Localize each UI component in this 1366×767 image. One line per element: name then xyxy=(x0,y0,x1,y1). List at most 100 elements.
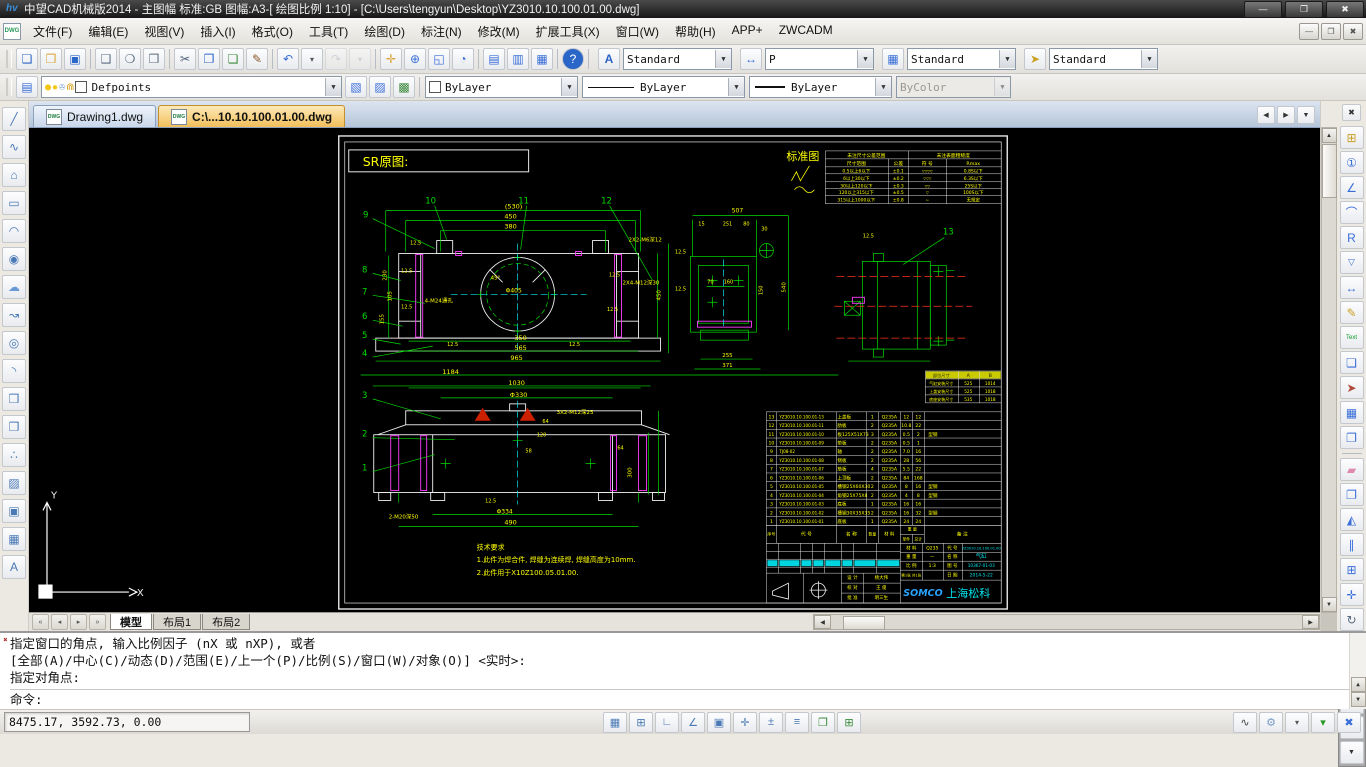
ellipse-icon[interactable]: ◎ xyxy=(2,331,26,355)
text-tool-icon[interactable]: Text xyxy=(1340,326,1364,349)
menu-item-工具(T)[interactable]: 工具(T) xyxy=(301,20,356,43)
zoom-window-icon[interactable]: ◱ xyxy=(428,48,450,70)
arc-icon[interactable]: ◠ xyxy=(2,219,26,243)
tool-palettes-icon[interactable]: ▦ xyxy=(531,48,553,70)
balloon-icon[interactable]: ① xyxy=(1340,151,1364,174)
linetype-select[interactable]: ByLayer ▼ xyxy=(582,76,745,98)
osnap-icon[interactable]: ▣ xyxy=(707,712,731,733)
region-icon[interactable]: ▣ xyxy=(2,499,26,523)
bom-table-icon[interactable]: ▦ xyxy=(1340,401,1364,424)
menu-item-绘图(D)[interactable]: 绘图(D) xyxy=(356,20,413,43)
point-icon[interactable]: ∴ xyxy=(2,443,26,467)
dim-style-icon[interactable]: ↔ xyxy=(740,48,762,70)
title-block-icon[interactable]: ❐ xyxy=(1340,426,1364,449)
copy-object-icon[interactable]: ❐ xyxy=(1340,483,1364,506)
menu-item-格式(O)[interactable]: 格式(O) xyxy=(244,20,301,43)
layer-states-icon[interactable]: ▧ xyxy=(345,76,367,98)
toolbar-toggle-icon[interactable]: ▾ xyxy=(1311,712,1335,733)
scroll-down-icon[interactable]: ▼ xyxy=(1322,597,1337,612)
layer-translate-icon[interactable]: ▩ xyxy=(393,76,415,98)
rotate-icon[interactable]: ↻ xyxy=(1340,608,1364,631)
chevron-down-icon[interactable]: ▼ xyxy=(857,50,873,68)
cut-icon[interactable]: ✂ xyxy=(174,48,196,70)
prev-layout-icon[interactable]: ◂ xyxy=(51,614,68,630)
ortho-icon[interactable]: ∟ xyxy=(655,712,679,733)
pan-icon[interactable]: ✛ xyxy=(380,48,402,70)
horizontal-scrollbar[interactable]: ◀ ▶ xyxy=(813,614,1320,630)
mtext-icon[interactable]: A xyxy=(2,555,26,579)
tab-yz3010[interactable]: DWG C:\...10.10.100.01.00.dwg xyxy=(158,105,345,127)
scroll-down-icon[interactable]: ▼ xyxy=(1340,741,1364,764)
menu-item-文件(F)[interactable]: 文件(F) xyxy=(25,20,80,43)
surface-finish-icon[interactable]: ▽ xyxy=(1340,251,1364,274)
move-icon[interactable]: ✛ xyxy=(1340,583,1364,606)
color-select[interactable]: ByLayer ▼ xyxy=(425,76,578,98)
save-icon[interactable]: ▣ xyxy=(64,48,86,70)
annotation-icon[interactable]: ⊞ xyxy=(837,712,861,733)
redo-icon[interactable]: ↷ xyxy=(325,48,347,70)
design-center-icon[interactable]: ▥ xyxy=(507,48,529,70)
scroll-thumb[interactable] xyxy=(843,616,885,630)
table-style-icon[interactable]: ▦ xyxy=(882,48,904,70)
dim-angular-icon[interactable]: ∠ xyxy=(1340,176,1364,199)
text-style-icon[interactable]: A xyxy=(598,48,620,70)
command-close-icon[interactable]: ✖ xyxy=(1,635,10,644)
doc-minimize-icon[interactable]: — xyxy=(1299,23,1319,40)
bulb-icon[interactable]: ● xyxy=(45,82,51,93)
menu-item-视图(V)[interactable]: 视图(V) xyxy=(136,20,192,43)
copy-icon[interactable]: ❐ xyxy=(198,48,220,70)
chevron-down-icon[interactable]: ▼ xyxy=(715,50,731,68)
menu-item-标注(N)[interactable]: 标注(N) xyxy=(413,20,470,43)
chevron-down-icon[interactable]: ▼ xyxy=(728,78,744,96)
weld-symbol-icon[interactable]: ✎ xyxy=(1340,301,1364,324)
polygon-icon[interactable]: ⌂ xyxy=(2,163,26,187)
new-icon[interactable]: ❏ xyxy=(16,48,38,70)
snap-icon[interactable]: ▦ xyxy=(603,712,627,733)
spline-icon[interactable]: ↝ xyxy=(2,303,26,327)
mleader-style-select[interactable]: Standard ▼ xyxy=(1049,48,1158,70)
undo-dropdown-icon[interactable]: ▾ xyxy=(301,48,323,70)
table-icon[interactable]: ▦ xyxy=(2,527,26,551)
revision-cloud-icon[interactable]: ☁ xyxy=(2,275,26,299)
tab-drawing1[interactable]: DWG Drawing1.dwg xyxy=(33,105,156,127)
menu-item-窗口(W)[interactable]: 窗口(W) xyxy=(608,20,667,43)
undo-icon[interactable]: ↶ xyxy=(277,48,299,70)
drawing-canvas[interactable]: SR原图:标准图91011128765432113(530)4503803505… xyxy=(29,128,1320,612)
zoom-realtime-icon[interactable]: ⊕ xyxy=(404,48,426,70)
command-window[interactable]: ✖ 指定窗口的角点, 输入比例因子 (nX 或 nXP), 或者 [全部(A)/… xyxy=(0,631,1366,709)
rectangle-icon[interactable]: ▭ xyxy=(2,191,26,215)
doc-restore-icon[interactable]: ❐ xyxy=(1321,23,1341,40)
plot-icon[interactable]: ❑ xyxy=(95,48,117,70)
text-style-select[interactable]: Standard ▼ xyxy=(623,48,732,70)
chevron-down-icon[interactable]: ▼ xyxy=(875,78,891,96)
settings-gear-icon[interactable]: ⚙ xyxy=(1259,712,1283,733)
menu-item-帮助(H)[interactable]: 帮助(H) xyxy=(667,20,724,43)
toolbar-grip[interactable] xyxy=(6,78,12,96)
ray-icon[interactable]: ∿ xyxy=(2,135,26,159)
grid-icon[interactable]: ⊞ xyxy=(629,712,653,733)
array-icon[interactable]: ⊞ xyxy=(1340,558,1364,581)
scroll-track[interactable]: ▲ ▼ xyxy=(1321,127,1337,613)
help-icon[interactable]: ? xyxy=(562,48,584,70)
redo-dropdown-icon[interactable]: ▾ xyxy=(349,48,371,70)
dim-style-select[interactable]: P ▼ xyxy=(765,48,874,70)
properties-palette-icon[interactable]: ▤ xyxy=(483,48,505,70)
paste-icon[interactable]: ❏ xyxy=(222,48,244,70)
zwcad-status-icon[interactable]: ∿ xyxy=(1233,712,1257,733)
scroll-track[interactable] xyxy=(831,616,1302,628)
menu-item-扩展工具(X)[interactable]: 扩展工具(X) xyxy=(528,20,608,43)
circle-icon[interactable]: ◉ xyxy=(2,247,26,271)
close-drawing-icon[interactable]: ✖ xyxy=(1342,104,1361,121)
menu-item-APP+[interactable]: APP+ xyxy=(724,20,771,43)
mech-symbol-icon[interactable]: ⊞ xyxy=(1340,126,1364,149)
chevron-down-icon[interactable]: ▼ xyxy=(1141,50,1157,68)
tab-model[interactable]: 模型 xyxy=(110,614,152,630)
minimize-button[interactable]: — xyxy=(1244,1,1282,18)
table-style-select[interactable]: Standard ▼ xyxy=(907,48,1016,70)
lineweight-icon[interactable]: ≡ xyxy=(785,712,809,733)
menu-item-插入(I)[interactable]: 插入(I) xyxy=(192,20,243,43)
scroll-up-icon[interactable]: ▲ xyxy=(1351,677,1366,692)
hatch-icon[interactable]: ▨ xyxy=(2,471,26,495)
menu-item-修改(M)[interactable]: 修改(M) xyxy=(470,20,528,43)
first-layout-icon[interactable]: « xyxy=(32,614,49,630)
